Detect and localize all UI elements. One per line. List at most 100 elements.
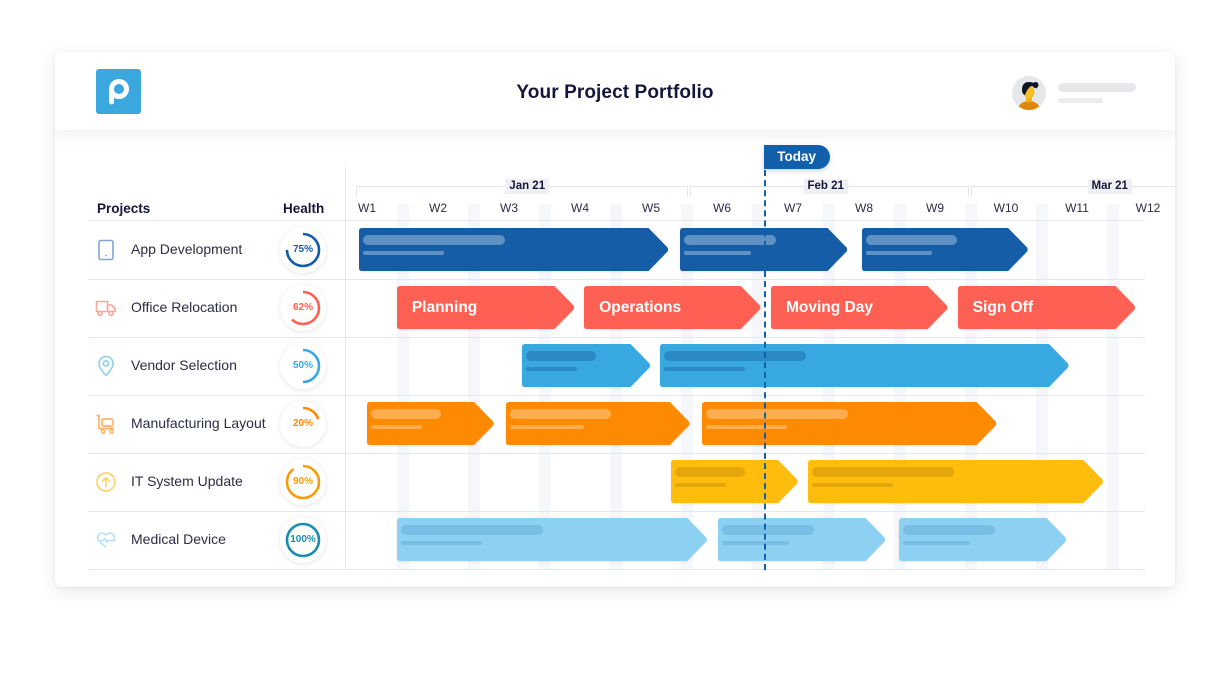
task-bar[interactable]: Planning bbox=[396, 286, 575, 329]
health-percent: 75% bbox=[292, 244, 313, 255]
week-label: W8 bbox=[844, 201, 884, 215]
task-bar-label: Operations bbox=[599, 299, 682, 316]
week-label: W11 bbox=[1057, 201, 1097, 215]
health-percent: 90% bbox=[292, 476, 313, 487]
task-title-placeholder bbox=[811, 467, 954, 477]
month-label: Feb 21 bbox=[803, 179, 848, 194]
app-header: Your Project Portfolio bbox=[55, 52, 1175, 130]
task-title-placeholder bbox=[363, 235, 506, 245]
truck-icon bbox=[95, 297, 117, 319]
task-bar[interactable] bbox=[717, 518, 886, 561]
task-title-placeholder bbox=[684, 235, 777, 245]
task-bar[interactable] bbox=[898, 518, 1067, 561]
health-percent: 20% bbox=[292, 418, 313, 429]
location-pin-icon bbox=[95, 355, 117, 377]
week-label: W6 bbox=[702, 201, 742, 215]
task-title-placeholder bbox=[400, 525, 543, 535]
tablet-icon bbox=[95, 239, 117, 261]
health-percent: 50% bbox=[292, 360, 313, 371]
month-label: Mar 21 bbox=[1087, 179, 1132, 194]
task-bar[interactable] bbox=[506, 402, 690, 445]
today-line bbox=[764, 170, 767, 570]
task-title-placeholder bbox=[674, 467, 745, 477]
task-bar[interactable] bbox=[367, 402, 494, 445]
project-row[interactable]: Manufacturing Layout 20% bbox=[88, 395, 1145, 454]
week-label: W12 bbox=[1128, 201, 1168, 215]
task-bar-label: Moving Day bbox=[785, 299, 873, 316]
task-bar[interactable] bbox=[670, 460, 798, 503]
task-bar[interactable] bbox=[521, 344, 651, 387]
task-bar[interactable] bbox=[660, 344, 1069, 387]
task-subtitle-placeholder bbox=[371, 425, 422, 429]
week-label: W5 bbox=[631, 201, 671, 215]
week-label: W3 bbox=[489, 201, 529, 215]
health-column-header: Health bbox=[283, 201, 325, 216]
task-subtitle-placeholder bbox=[902, 541, 970, 545]
task-title-placeholder bbox=[510, 409, 612, 419]
user-avatar-icon[interactable] bbox=[1012, 76, 1046, 110]
task-bar-label: Planning bbox=[411, 299, 478, 316]
project-name[interactable]: Office Relocation bbox=[131, 299, 237, 315]
portfolio-card: Your Project Portfolio Projects Health J… bbox=[55, 52, 1175, 587]
week-label: W1 bbox=[347, 201, 387, 215]
task-title-placeholder bbox=[721, 525, 814, 535]
project-row[interactable]: Office Relocation 62% Planning Operations… bbox=[88, 279, 1145, 338]
week-label: W9 bbox=[915, 201, 955, 215]
task-bar[interactable]: Sign Off bbox=[957, 286, 1136, 329]
user-role-placeholder bbox=[1058, 98, 1103, 103]
health-gauge: 50% bbox=[280, 343, 326, 389]
task-subtitle-placeholder bbox=[400, 541, 482, 545]
project-row[interactable]: IT System Update 90% bbox=[88, 453, 1145, 512]
task-title-placeholder bbox=[706, 409, 849, 419]
task-subtitle-placeholder bbox=[721, 541, 789, 545]
task-subtitle-placeholder bbox=[664, 367, 746, 371]
user-name-placeholder bbox=[1058, 83, 1136, 92]
project-row[interactable]: App Development 75% bbox=[88, 221, 1145, 280]
project-row[interactable]: Medical Device 100% bbox=[88, 511, 1145, 570]
health-gauge: 100% bbox=[280, 517, 326, 563]
project-name[interactable]: App Development bbox=[131, 241, 242, 257]
today-marker-label: Today bbox=[764, 145, 831, 169]
task-bar[interactable]: Operations bbox=[584, 286, 761, 329]
task-bar[interactable] bbox=[359, 228, 669, 271]
task-bar[interactable] bbox=[702, 402, 997, 445]
project-row[interactable]: Vendor Selection 50% bbox=[88, 337, 1145, 396]
task-bar-label: Sign Off bbox=[972, 299, 1033, 316]
task-subtitle-placeholder bbox=[706, 425, 788, 429]
task-title-placeholder bbox=[371, 409, 441, 419]
health-gauge: 90% bbox=[280, 459, 326, 505]
month-label: Jan 21 bbox=[505, 179, 550, 194]
week-label: W4 bbox=[560, 201, 600, 215]
heart-pulse-icon bbox=[95, 529, 117, 551]
page-title: Your Project Portfolio bbox=[516, 82, 714, 103]
task-subtitle-placeholder bbox=[525, 367, 578, 371]
health-gauge: 62% bbox=[280, 285, 326, 331]
task-subtitle-placeholder bbox=[510, 425, 584, 429]
projects-column-header: Projects bbox=[97, 201, 151, 216]
task-bar[interactable]: Moving Day bbox=[770, 286, 948, 329]
task-subtitle-placeholder bbox=[865, 251, 933, 255]
week-label: W10 bbox=[986, 201, 1026, 215]
project-name[interactable]: IT System Update bbox=[131, 473, 243, 489]
task-subtitle-placeholder bbox=[684, 251, 752, 255]
week-label: W2 bbox=[418, 201, 458, 215]
health-gauge: 75% bbox=[280, 227, 326, 273]
task-title-placeholder bbox=[664, 351, 807, 361]
health-gauge: 20% bbox=[280, 401, 326, 447]
task-title-placeholder bbox=[865, 235, 958, 245]
task-bar[interactable] bbox=[396, 518, 707, 561]
week-label: W7 bbox=[773, 201, 813, 215]
project-name[interactable]: Medical Device bbox=[131, 531, 226, 547]
task-title-placeholder bbox=[902, 525, 995, 535]
task-subtitle-placeholder bbox=[674, 483, 726, 487]
health-percent: 62% bbox=[292, 302, 313, 313]
project-name[interactable]: Manufacturing Layout bbox=[131, 415, 266, 431]
task-bar[interactable] bbox=[807, 460, 1103, 503]
health-percent: 100% bbox=[290, 534, 316, 545]
month-bracket bbox=[970, 186, 1175, 197]
task-bar[interactable] bbox=[861, 228, 1028, 271]
arrow-up-circle-icon bbox=[95, 471, 117, 493]
project-name[interactable]: Vendor Selection bbox=[131, 357, 237, 373]
task-title-placeholder bbox=[525, 351, 597, 361]
task-subtitle-placeholder bbox=[811, 483, 893, 487]
